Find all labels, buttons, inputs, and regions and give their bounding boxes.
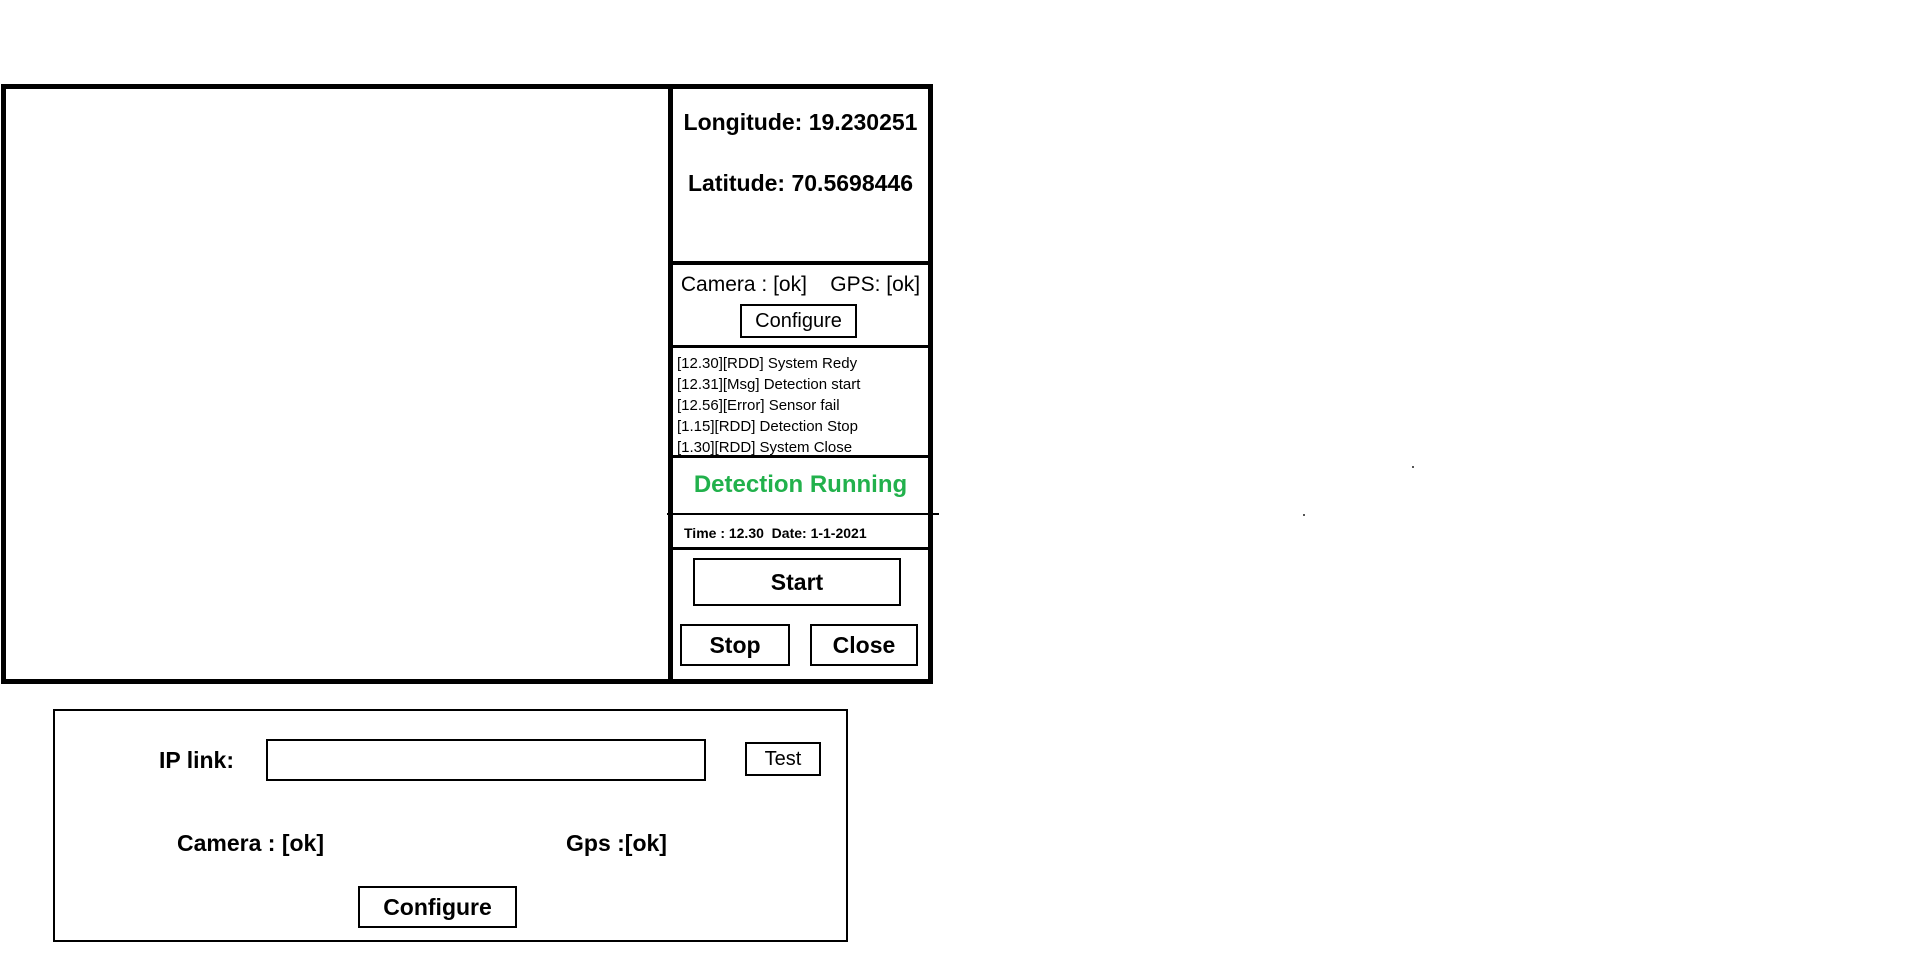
- device-status-text: Camera : [ok] GPS: [ok]: [680, 273, 921, 296]
- log-entry: [1.15][RDD] Detection Stop: [677, 418, 858, 435]
- detection-status-panel: Detection Running: [667, 458, 939, 515]
- ip-link-input[interactable]: [266, 739, 706, 781]
- close-button[interactable]: Close: [810, 624, 918, 666]
- clock-panel: Time : 12.30 Date: 1-1-2021: [673, 515, 928, 550]
- log-entry: [12.30][RDD] System Redy: [677, 355, 858, 372]
- longitude-readout: Longitude: 19.230251: [683, 109, 918, 135]
- log-entry: [12.56][Error] Sensor fail: [677, 397, 840, 414]
- gps-status-label: Gps :[ok]: [566, 830, 667, 856]
- coordinates-panel: Longitude: 19.230251 Latitude: 70.569844…: [673, 89, 933, 265]
- stray-dot: [1303, 514, 1305, 516]
- ip-link-label: IP link:: [159, 747, 234, 773]
- camera-feed-area: [6, 89, 669, 679]
- start-button[interactable]: Start: [693, 558, 901, 606]
- log-entry: [1.30][RDD] System Close: [677, 439, 853, 456]
- log-entry: [12.31][Msg] Detection start: [677, 376, 861, 393]
- config-window-configure-button[interactable]: Configure: [358, 886, 517, 928]
- configure-button[interactable]: Configure: [740, 304, 857, 338]
- config-window: IP link: Test Camera : [ok] Gps :[ok] Co…: [53, 709, 848, 942]
- device-status-panel: Camera : [ok] GPS: [ok] Configure: [673, 265, 928, 348]
- camera-status-label: Camera : [ok]: [177, 830, 324, 856]
- stop-button[interactable]: Stop: [680, 624, 790, 666]
- time-date-readout: Time : 12.30 Date: 1-1-2021: [684, 525, 867, 541]
- test-button[interactable]: Test: [745, 742, 821, 776]
- detection-status-text: Detection Running: [693, 471, 908, 498]
- latitude-readout: Latitude: 70.5698446: [687, 170, 913, 196]
- event-log[interactable]: [12.30][RDD] System Redy [12.31][Msg] De…: [673, 348, 928, 458]
- stray-dot: [1412, 466, 1414, 468]
